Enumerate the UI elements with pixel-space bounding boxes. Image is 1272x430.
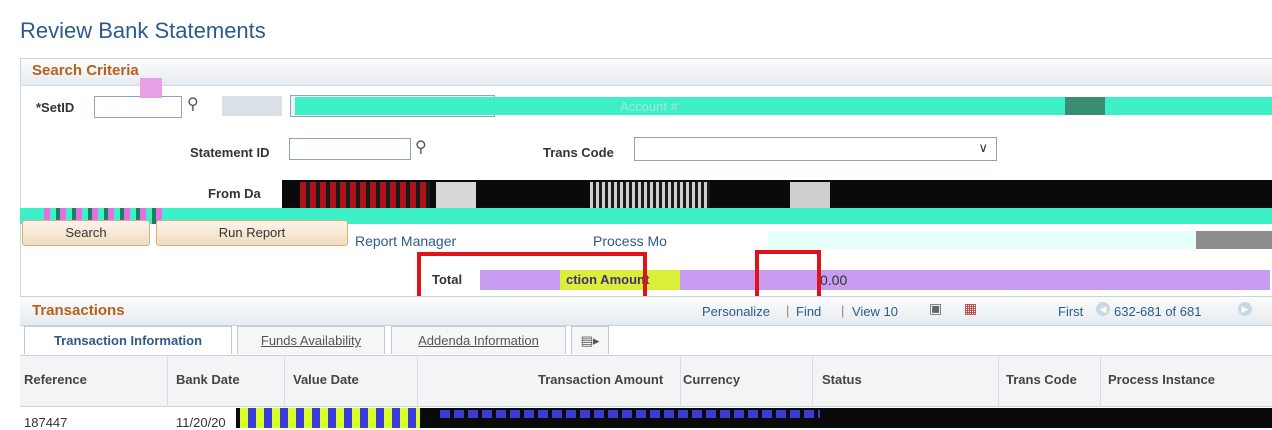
spreadsheet-icon[interactable]: ▦ [964, 300, 977, 316]
previous-icon[interactable]: ◀ [1096, 302, 1110, 316]
noise-patch [300, 182, 430, 208]
noise-patch [240, 408, 420, 428]
first-link[interactable]: First [1058, 304, 1083, 319]
setid-lookup-icon[interactable]: ⚲ [187, 94, 199, 114]
tab-funds-availability[interactable]: Funds Availability [237, 326, 385, 354]
redaction-band [768, 231, 1196, 249]
run-report-button[interactable]: Run Report [156, 220, 348, 246]
from-date-label: From Da [208, 186, 261, 201]
column-bank-date[interactable]: Bank Date [176, 372, 240, 387]
noise-patch [140, 78, 162, 98]
redaction-band [1196, 231, 1272, 249]
noise-patch [436, 182, 476, 208]
tab-transaction-information[interactable]: Transaction Information [24, 326, 232, 354]
page-title: Review Bank Statements [20, 18, 266, 43]
separator: | [841, 303, 845, 318]
process-monitor-link[interactable]: Process Mo [593, 233, 667, 249]
column-divider [680, 355, 681, 407]
column-divider [812, 355, 813, 407]
show-all-columns-icon[interactable]: ▤▸ [571, 326, 609, 354]
tab-addenda-information[interactable]: Addenda Information [391, 326, 566, 354]
column-process-instance[interactable]: Process Instance [1108, 372, 1215, 387]
column-currency[interactable]: Currency [683, 372, 740, 387]
redaction-band [295, 97, 1272, 115]
trans-code-select[interactable]: ∨ [634, 137, 997, 161]
search-criteria-title[interactable]: Search Criteria [32, 62, 139, 79]
separator: | [786, 303, 790, 318]
transactions-header [20, 296, 1272, 326]
redaction-band [282, 180, 1272, 210]
column-trans-code[interactable]: Trans Code [1006, 372, 1077, 387]
next-icon[interactable]: ▶ [1238, 302, 1252, 316]
search-button[interactable]: Search [22, 220, 150, 246]
setid-input[interactable] [94, 96, 182, 118]
noise-patch [440, 410, 820, 418]
column-divider [1100, 355, 1101, 407]
transactions-title: Transactions [32, 302, 125, 319]
trans-code-label: Trans Code [543, 145, 614, 160]
total-amount-value: 0.00 [820, 272, 848, 288]
search-criteria-header [21, 59, 1272, 86]
column-divider [417, 355, 418, 407]
noise-patch [790, 182, 830, 208]
find-link[interactable]: Find [796, 304, 821, 319]
noise-patch [1065, 97, 1105, 115]
statement-id-lookup-icon[interactable]: ⚲ [415, 137, 427, 157]
account-placeholder: Account # [620, 99, 678, 114]
statement-id-label: Statement ID [190, 145, 270, 160]
report-manager-link[interactable]: Report Manager [355, 233, 456, 249]
column-reference[interactable]: Reference [24, 372, 87, 387]
statement-id-input[interactable] [289, 138, 411, 160]
setid-label: *SetID [36, 100, 75, 115]
column-divider [998, 355, 999, 407]
zoom-icon[interactable]: ▣ [929, 300, 942, 316]
grid-tool-icons[interactable]: ▣ ▦ [915, 300, 985, 320]
column-status[interactable]: Status [822, 372, 862, 387]
noise-patch [222, 96, 282, 116]
row-range: 632-681 of 681 [1114, 304, 1202, 319]
column-divider [284, 355, 285, 407]
view-all-link[interactable]: View 10 [852, 304, 898, 319]
column-value-date[interactable]: Value Date [293, 372, 359, 387]
personalize-link[interactable]: Personalize [702, 304, 770, 319]
chevron-down-icon: ∨ [978, 140, 988, 155]
column-transaction-amount[interactable]: Transaction Amount [538, 372, 663, 387]
column-divider [167, 355, 168, 407]
noise-patch [590, 182, 710, 208]
